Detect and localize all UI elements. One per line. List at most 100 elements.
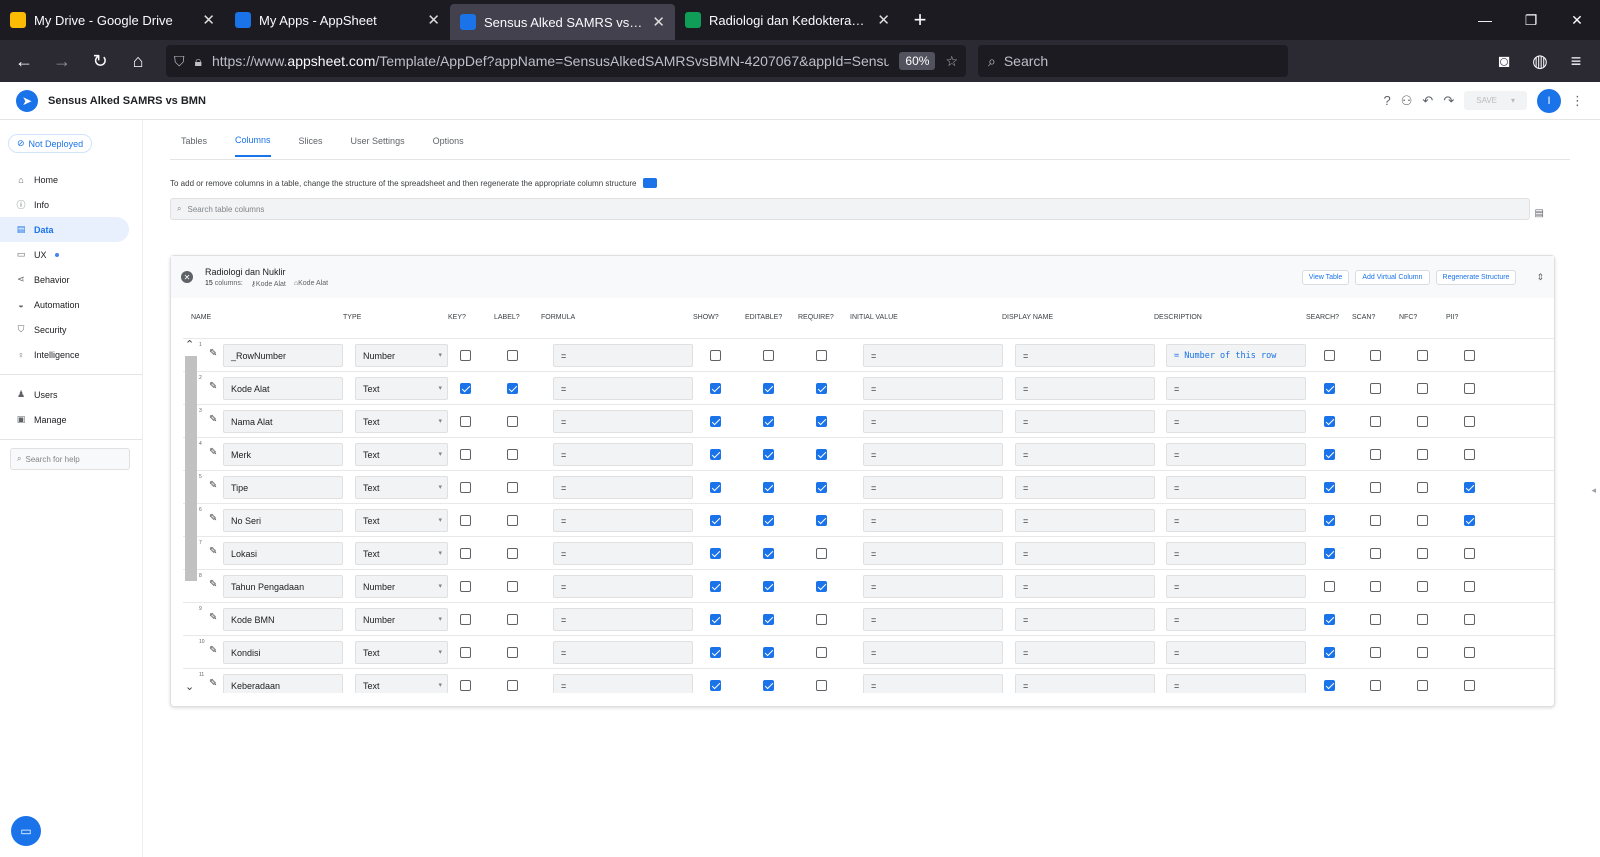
edit-checkbox[interactable] — [763, 482, 774, 493]
sidebar-item-security[interactable]: ⛉ Security — [0, 317, 129, 342]
column-type-select[interactable]: Number — [355, 575, 448, 598]
initial-value-input[interactable]: = — [863, 575, 1003, 598]
req-checkbox[interactable] — [816, 350, 827, 361]
pocket-icon[interactable]: ◙ — [1488, 45, 1520, 77]
nfc-checkbox[interactable] — [1417, 416, 1428, 427]
pii-checkbox[interactable] — [1464, 350, 1475, 361]
expand-panel-icon[interactable]: ◂ — [1591, 485, 1596, 496]
formula-input[interactable]: = — [553, 608, 693, 631]
description-input[interactable]: = — [1166, 542, 1306, 565]
formula-input[interactable]: = — [553, 377, 693, 400]
formula-input[interactable]: = — [553, 641, 693, 664]
help-icon[interactable]: ? — [1384, 93, 1391, 108]
add-user-icon[interactable]: ⚇ — [1401, 93, 1413, 109]
edit-checkbox[interactable] — [763, 548, 774, 559]
formula-input[interactable]: = — [553, 344, 693, 367]
sidebar-item-manage[interactable]: ▣ Manage — [0, 407, 129, 432]
label-checkbox[interactable] — [507, 416, 518, 427]
search-checkbox[interactable] — [1324, 680, 1335, 691]
pii-checkbox[interactable] — [1464, 614, 1475, 625]
edit-pencil-icon[interactable]: ✎ — [209, 612, 217, 623]
formula-input[interactable]: = — [553, 443, 693, 466]
column-name-input[interactable]: Kode BMN — [223, 608, 343, 631]
edit-checkbox[interactable] — [763, 350, 774, 361]
edit-checkbox[interactable] — [763, 680, 774, 691]
description-input[interactable]: = — [1166, 641, 1306, 664]
close-tab-icon[interactable]: ✕ — [427, 11, 440, 29]
collapse-table-icon[interactable]: ✕ — [181, 271, 193, 283]
close-window-icon[interactable]: ✕ — [1554, 0, 1600, 40]
req-checkbox[interactable] — [816, 614, 827, 625]
search-checkbox[interactable] — [1324, 581, 1335, 592]
initial-value-input[interactable]: = — [863, 674, 1003, 693]
scan-checkbox[interactable] — [1370, 482, 1381, 493]
description-input[interactable]: = — [1166, 509, 1306, 532]
display-name-input[interactable]: = — [1015, 608, 1155, 631]
key-checkbox[interactable] — [460, 680, 471, 691]
initial-value-input[interactable]: = — [863, 443, 1003, 466]
edit-pencil-icon[interactable]: ✎ — [209, 678, 217, 689]
home-icon[interactable]: ⌂ — [122, 45, 154, 77]
req-checkbox[interactable] — [816, 647, 827, 658]
display-name-input[interactable]: = — [1015, 575, 1155, 598]
scroll-thumb[interactable] — [185, 356, 197, 581]
initial-value-input[interactable]: = — [863, 476, 1003, 499]
search-checkbox[interactable] — [1324, 383, 1335, 394]
browser-tab[interactable]: My Apps - AppSheet ✕ — [225, 0, 450, 40]
new-tab-button[interactable]: + — [900, 0, 940, 40]
browser-tab[interactable]: Radiologi dan Kedokteran Nukli ✕ — [675, 0, 900, 40]
edit-checkbox[interactable] — [763, 383, 774, 394]
label-checkbox[interactable] — [507, 350, 518, 361]
req-checkbox[interactable] — [816, 515, 827, 526]
nfc-checkbox[interactable] — [1417, 680, 1428, 691]
pii-checkbox[interactable] — [1464, 680, 1475, 691]
pii-checkbox[interactable] — [1464, 383, 1475, 394]
scan-checkbox[interactable] — [1370, 581, 1381, 592]
label-checkbox[interactable] — [507, 680, 518, 691]
display-name-input[interactable]: = — [1015, 542, 1155, 565]
initial-value-input[interactable]: = — [863, 344, 1003, 367]
initial-value-input[interactable]: = — [863, 608, 1003, 631]
initial-value-input[interactable]: = — [863, 641, 1003, 664]
view-table-button[interactable]: View Table — [1301, 269, 1350, 285]
req-checkbox[interactable] — [816, 482, 827, 493]
scan-checkbox[interactable] — [1370, 449, 1381, 460]
label-checkbox[interactable] — [507, 548, 518, 559]
column-name-input[interactable]: _RowNumber — [223, 344, 343, 367]
edit-pencil-icon[interactable]: ✎ — [209, 348, 217, 359]
formula-input[interactable]: = — [553, 674, 693, 693]
nfc-checkbox[interactable] — [1417, 515, 1428, 526]
req-checkbox[interactable] — [816, 383, 827, 394]
formula-input[interactable]: = — [553, 575, 693, 598]
nfc-checkbox[interactable] — [1417, 614, 1428, 625]
display-name-input[interactable]: = — [1015, 476, 1155, 499]
pii-checkbox[interactable] — [1464, 482, 1475, 493]
reload-icon[interactable]: ↻ — [84, 45, 116, 77]
formula-input[interactable]: = — [553, 542, 693, 565]
show-checkbox[interactable] — [710, 614, 721, 625]
column-type-select[interactable]: Number — [355, 344, 448, 367]
show-checkbox[interactable] — [710, 647, 721, 658]
column-name-input[interactable]: Tipe — [223, 476, 343, 499]
close-tab-icon[interactable]: ✕ — [652, 13, 665, 31]
initial-value-input[interactable]: = — [863, 410, 1003, 433]
edit-checkbox[interactable] — [763, 581, 774, 592]
description-input[interactable]: = — [1166, 674, 1306, 693]
column-search-input[interactable]: ⌕ Search table columns — [170, 198, 1530, 220]
tab-user-settings[interactable]: User Settings — [351, 124, 405, 156]
description-input[interactable]: = Number of this row — [1166, 344, 1306, 367]
edit-pencil-icon[interactable]: ✎ — [209, 546, 217, 557]
label-checkbox[interactable] — [507, 383, 518, 394]
scan-checkbox[interactable] — [1370, 416, 1381, 427]
label-checkbox[interactable] — [507, 449, 518, 460]
scan-checkbox[interactable] — [1370, 350, 1381, 361]
url-bar[interactable]: ⛉ 🔒︎ https://www.appsheet.com/Template/A… — [166, 45, 966, 77]
search-checkbox[interactable] — [1324, 548, 1335, 559]
search-checkbox[interactable] — [1324, 350, 1335, 361]
zoom-badge[interactable]: 60% — [899, 52, 936, 70]
initial-value-input[interactable]: = — [863, 509, 1003, 532]
display-name-input[interactable]: = — [1015, 377, 1155, 400]
search-checkbox[interactable] — [1324, 647, 1335, 658]
key-checkbox[interactable] — [460, 515, 471, 526]
show-checkbox[interactable] — [710, 449, 721, 460]
